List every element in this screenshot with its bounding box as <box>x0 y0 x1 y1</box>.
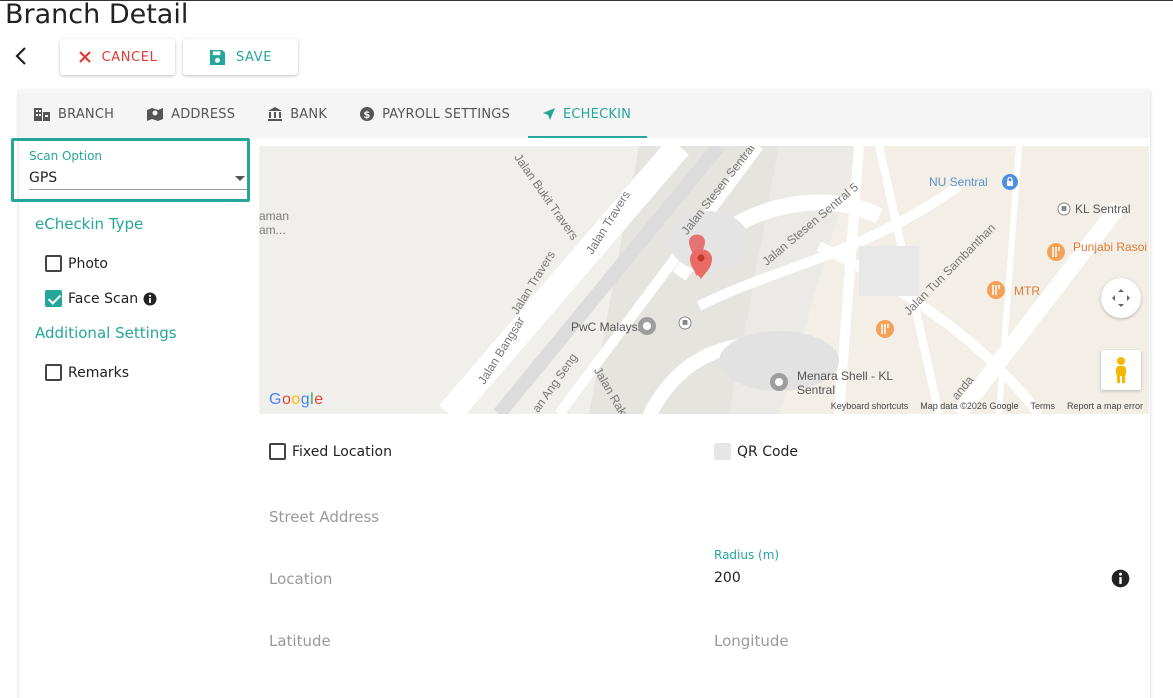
tab-branch-label: BRANCH <box>58 106 115 122</box>
dropdown-caret-icon <box>235 176 245 181</box>
fixed-location-row[interactable]: Fixed Location <box>269 443 392 460</box>
save-icon <box>209 49 226 65</box>
street-view-control[interactable] <box>1101 350 1141 390</box>
radius-label: Radius (m) <box>714 548 780 562</box>
info-icon[interactable] <box>143 292 157 306</box>
tab-echeckin-label: ECHECKIN <box>562 106 632 122</box>
scan-option-select[interactable]: GPS <box>29 166 247 190</box>
scan-option-value: GPS <box>29 170 58 186</box>
report-error-link[interactable]: Report a map error <box>1067 401 1143 411</box>
back-arrow-icon <box>15 47 26 65</box>
place-pin-icon <box>770 373 788 391</box>
street-address-field[interactable]: Street Address <box>269 508 379 526</box>
tab-bank-label: BANK <box>290 106 328 122</box>
transit-icon <box>1057 202 1071 216</box>
info-icon <box>1111 569 1130 588</box>
radius-info-button[interactable] <box>1111 569 1130 588</box>
map-footer: Keyboard shortcuts Map data ©2026 Google… <box>831 401 1143 411</box>
page-title: Branch Detail <box>5 0 189 30</box>
cancel-label: CANCEL <box>101 49 158 65</box>
save-label: SAVE <box>235 49 273 65</box>
terms-link[interactable]: Terms <box>1030 401 1055 411</box>
remarks-checkbox-row[interactable]: Remarks <box>45 364 129 381</box>
map-pan-control[interactable] <box>1101 278 1141 318</box>
place-label: KL Sentral <box>1075 202 1131 216</box>
photo-checkbox[interactable] <box>45 255 62 272</box>
pegman-icon <box>1116 357 1126 383</box>
branch-icon <box>34 108 50 121</box>
place-label: Punjabi Rasoi - Brickfields <box>1073 240 1149 254</box>
restaurant-pin-icon <box>1047 243 1065 261</box>
qr-code-checkbox <box>714 443 731 460</box>
place-label: NU Sentral <box>929 175 988 189</box>
map-view[interactable]: Jalan Bukit Travers Jalan Travers Jalan … <box>259 146 1149 414</box>
partial-label: aman <box>259 209 290 223</box>
lock-pin-icon <box>1002 174 1018 190</box>
partial-label: am... <box>259 223 286 237</box>
keyboard-shortcuts-link[interactable]: Keyboard shortcuts <box>831 401 909 411</box>
restaurant-pin-icon <box>987 281 1005 299</box>
echeckin-type-title: eCheckin Type <box>35 215 144 233</box>
save-button[interactable]: SAVE <box>183 39 298 75</box>
tab-bank[interactable]: BANK <box>267 90 343 138</box>
remarks-checkbox[interactable] <box>45 364 62 381</box>
tab-bar: BRANCH ADDRESS BANK $ PAYROLL SETTINGS E… <box>19 90 1150 138</box>
place-label: PwC Malaysia <box>571 320 648 334</box>
qr-code-label: QR Code <box>737 443 799 460</box>
cancel-button[interactable]: CANCEL <box>60 39 175 75</box>
place-label: Menara Shell - KL Sentral <box>797 369 893 397</box>
longitude-field[interactable]: Longitude <box>714 632 789 650</box>
google-logo: Google <box>269 391 324 408</box>
pan-icon <box>1112 289 1130 307</box>
face-scan-checkbox-row[interactable]: Face Scan <box>45 290 157 307</box>
close-icon <box>78 51 91 63</box>
scan-option-label: Scan Option <box>29 149 103 163</box>
location-arrow-icon <box>542 108 555 120</box>
radius-input[interactable]: 200 <box>714 570 741 586</box>
svg-text:$: $ <box>363 110 370 121</box>
tab-address[interactable]: ADDRESS <box>146 90 251 138</box>
transit-icon <box>678 316 692 330</box>
tab-branch[interactable]: BRANCH <box>33 90 130 138</box>
additional-settings-title: Additional Settings <box>35 324 177 342</box>
qr-code-row: QR Code <box>714 443 798 460</box>
map-icon <box>147 108 164 121</box>
face-scan-label: Face Scan <box>68 290 139 307</box>
face-scan-checkbox[interactable] <box>45 290 62 307</box>
latitude-field[interactable]: Latitude <box>269 632 331 650</box>
photo-checkbox-row[interactable]: Photo <box>45 255 108 272</box>
tab-payroll-label: PAYROLL SETTINGS <box>382 106 510 122</box>
remarks-label: Remarks <box>68 364 130 381</box>
place-label: MTR <box>1014 284 1040 298</box>
fixed-location-checkbox[interactable] <box>269 443 286 460</box>
location-field[interactable]: Location <box>269 570 332 588</box>
back-button[interactable] <box>10 44 34 68</box>
restaurant-pin-icon <box>876 320 894 338</box>
photo-label: Photo <box>68 255 108 272</box>
bank-icon <box>268 107 283 121</box>
map-data-text: Map data ©2026 Google <box>920 401 1019 411</box>
tab-echeckin[interactable]: ECHECKIN <box>527 90 648 138</box>
fixed-location-label: Fixed Location <box>292 443 392 460</box>
tab-payroll-settings[interactable]: $ PAYROLL SETTINGS <box>359 90 526 138</box>
tab-address-label: ADDRESS <box>171 106 236 122</box>
place-pin-icon <box>638 317 656 335</box>
payroll-icon: $ <box>360 107 375 121</box>
scan-option-field[interactable]: Scan Option GPS <box>11 138 250 202</box>
